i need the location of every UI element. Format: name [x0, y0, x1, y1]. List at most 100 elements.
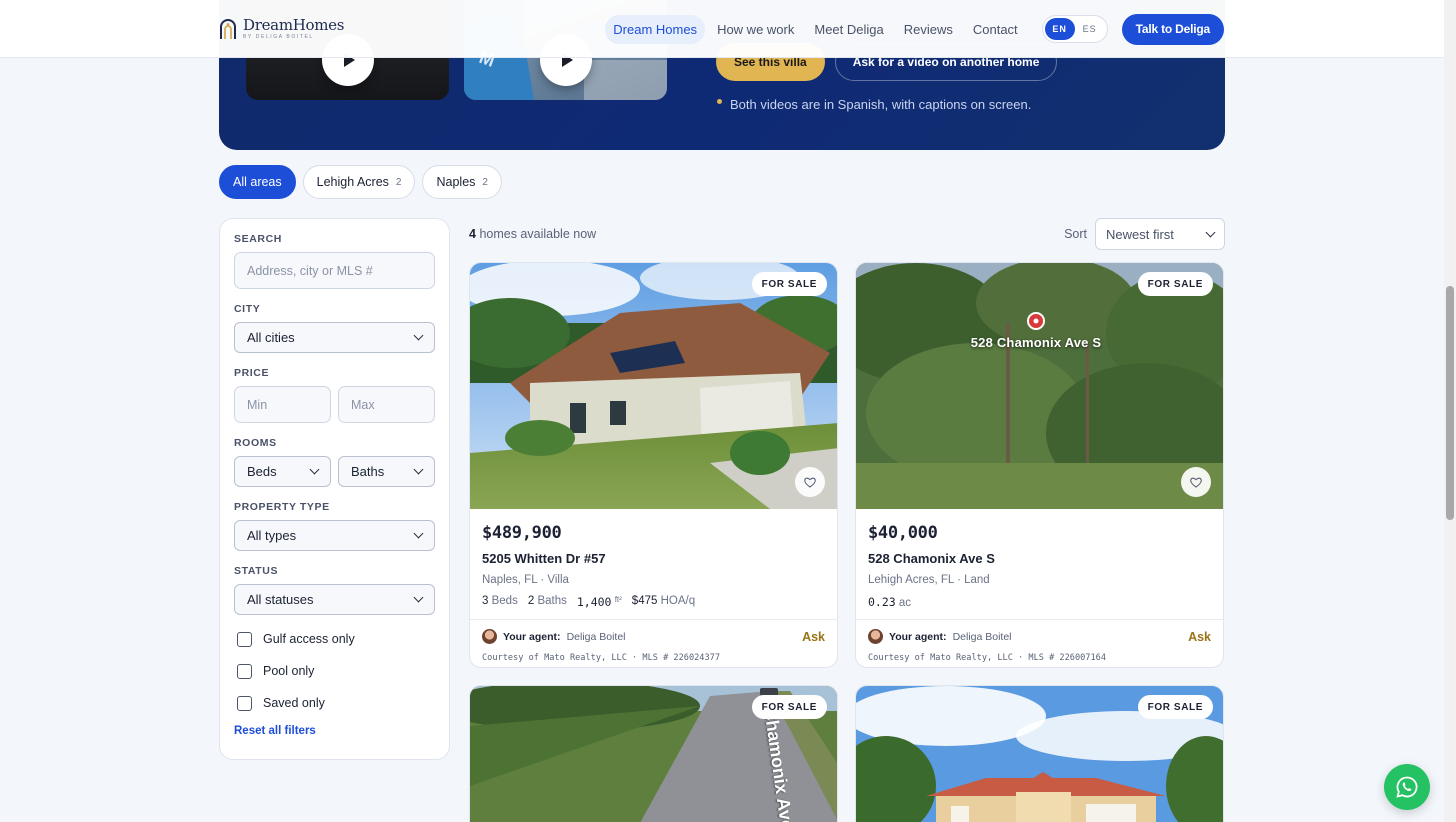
area-pill-naples[interactable]: Naples 2 [422, 165, 502, 199]
ask-button[interactable]: Ask [802, 630, 825, 644]
logo[interactable]: DreamHomes BY DELIGA BOITEL [219, 18, 344, 40]
baths-unit: Baths [537, 595, 567, 607]
sort-label: Sort [1064, 227, 1087, 241]
nav-reviews[interactable]: Reviews [896, 15, 961, 44]
status-select[interactable]: All statuses [234, 584, 435, 615]
property-type-label: PROPERTY TYPE [234, 501, 330, 513]
heart-icon [1190, 477, 1202, 488]
listing-photo[interactable]: FOR SALE [856, 686, 1223, 822]
talk-to-deliga-button[interactable]: Talk to Deliga [1121, 13, 1224, 45]
price-label: PRICE [234, 367, 270, 379]
language-switch: EN ES [1041, 15, 1108, 43]
beds-select-value: Beds [247, 464, 277, 479]
listing-card[interactable]: FOR SALE [855, 685, 1224, 822]
checkbox-icon[interactable] [237, 695, 252, 711]
area-pill-count: 2 [482, 176, 488, 188]
saved-only-label: Saved only [263, 696, 325, 710]
listing-card[interactable]: Chamonix Ave S FOR SALE [469, 685, 838, 822]
nav-meet-deliga[interactable]: Meet Deliga [806, 15, 891, 44]
chevron-down-icon [413, 330, 424, 341]
listing-courtesy: Courtesy of Mato Realty, LLC · MLS # 226… [868, 653, 1106, 663]
status-select-value: All statuses [247, 592, 314, 607]
listing-address[interactable]: 528 Chamonix Ave S [868, 551, 1211, 566]
avatar [482, 629, 497, 644]
for-sale-badge: FOR SALE [751, 272, 827, 296]
property-type-value: All types [247, 528, 297, 543]
chevron-down-icon [413, 464, 424, 475]
status-label: STATUS [234, 565, 279, 577]
logo-subtitle: BY DELIGA BOITEL [243, 34, 314, 40]
agent-label: Your agent: [889, 630, 947, 643]
city-select[interactable]: All cities [234, 322, 435, 353]
area-filter-pills: All areas Lehigh Acres 2 Naples 2 [219, 165, 502, 199]
agent-name: Deliga Boitel [952, 630, 1012, 643]
sort-select[interactable]: Newest first [1095, 218, 1225, 250]
baths-count: 2 [527, 595, 535, 607]
results-toolbar: 4 homes available now Sort Newest first [469, 218, 1225, 250]
nav-dream-homes[interactable]: Dream Homes [605, 14, 706, 44]
save-heart-button[interactable] [1181, 467, 1211, 497]
page-scrollbar[interactable] [1444, 0, 1456, 822]
area-pill-lehigh-acres[interactable]: Lehigh Acres 2 [302, 165, 416, 199]
listing-location-type: Lehigh Acres, FL · Land [868, 574, 990, 586]
listing-location-type: Naples, FL · Villa [482, 574, 569, 586]
logo-title: DreamHomes [243, 16, 345, 34]
acres-value: 0.23 [868, 595, 896, 609]
chevron-down-icon [1205, 227, 1216, 237]
city-label: CITY [234, 303, 261, 315]
sort-control: Sort Newest first [1064, 218, 1225, 250]
beds-select[interactable]: Beds [234, 456, 331, 487]
nav-how-we-work[interactable]: How we work [709, 15, 802, 44]
nav-contact[interactable]: Contact [965, 15, 1026, 44]
listing-specs: 3 Beds 2 Baths 1,400 ft² $475 HOA/q [482, 595, 825, 609]
chevron-down-icon [413, 592, 424, 603]
listing-address[interactable]: 5205 Whitten Dr #57 [482, 551, 825, 566]
land-photo-image [856, 263, 1223, 509]
lang-es-button[interactable]: ES [1075, 18, 1105, 40]
pool-only-label: Pool only [263, 664, 315, 678]
pool-only-checkbox[interactable]: Pool only [234, 655, 435, 687]
results-count: 4 homes available now [469, 227, 596, 241]
scrollbar-thumb[interactable] [1446, 286, 1454, 520]
filter-sidebar: SEARCH Address, city or MLS # CITY All c… [219, 218, 450, 760]
listing-photo[interactable]: FOR SALE [470, 263, 837, 509]
search-label: SEARCH [234, 233, 282, 245]
reset-filters-link[interactable]: Reset all filters [234, 725, 435, 737]
checkbox-icon[interactable] [237, 663, 252, 679]
rooms-label: ROOMS [234, 437, 277, 449]
map-street-label: 528 Chamonix Ave S [970, 335, 1102, 350]
ask-button[interactable]: Ask [1188, 630, 1211, 644]
property-type-select[interactable]: All types [234, 520, 435, 551]
area-pill-label: All areas [233, 175, 282, 189]
baths-select-value: Baths [351, 464, 385, 479]
hoa-value: $475 [631, 595, 658, 607]
whatsapp-icon [1396, 776, 1418, 798]
video-note-text: Both videos are in Spanish, with caption… [730, 97, 1032, 112]
listing-price: $489,900 [482, 523, 562, 543]
listing-photo[interactable]: Chamonix Ave S FOR SALE [470, 686, 837, 822]
save-heart-button[interactable] [795, 467, 825, 497]
listing-photo[interactable]: 528 Chamonix Ave S FOR SALE [856, 263, 1223, 509]
listing-card[interactable]: 528 Chamonix Ave S FOR SALE $40,000 528 … [855, 262, 1224, 668]
acres-unit: ac [898, 597, 912, 609]
site-header: DreamHomes BY DELIGA BOITEL Dream Homes … [0, 0, 1456, 58]
listing-card[interactable]: FOR SALE $489,900 5205 Whitten Dr #57 Na… [469, 262, 838, 668]
area-pill-count: 2 [395, 176, 402, 188]
whatsapp-button[interactable] [1384, 764, 1430, 810]
gulf-access-checkbox[interactable]: Gulf access only [234, 623, 435, 655]
baths-select[interactable]: Baths [338, 456, 435, 487]
results-count-number: 4 [469, 227, 476, 241]
heart-icon [804, 477, 816, 488]
price-min-input[interactable]: Min [234, 386, 331, 423]
search-input[interactable]: Address, city or MLS # [234, 252, 435, 289]
saved-only-checkbox[interactable]: Saved only [234, 687, 435, 719]
checkbox-icon[interactable] [237, 631, 252, 647]
lang-en-button[interactable]: EN [1044, 18, 1075, 40]
gulf-access-label: Gulf access only [263, 632, 355, 646]
sqft-value: 1,400 [576, 595, 612, 609]
area-pill-all[interactable]: All areas [219, 165, 296, 199]
video-language-note: Both videos are in Spanish, with caption… [717, 97, 1031, 112]
listing-price: $40,000 [868, 523, 938, 543]
price-max-input[interactable]: Max [338, 386, 435, 423]
avatar [868, 629, 883, 644]
